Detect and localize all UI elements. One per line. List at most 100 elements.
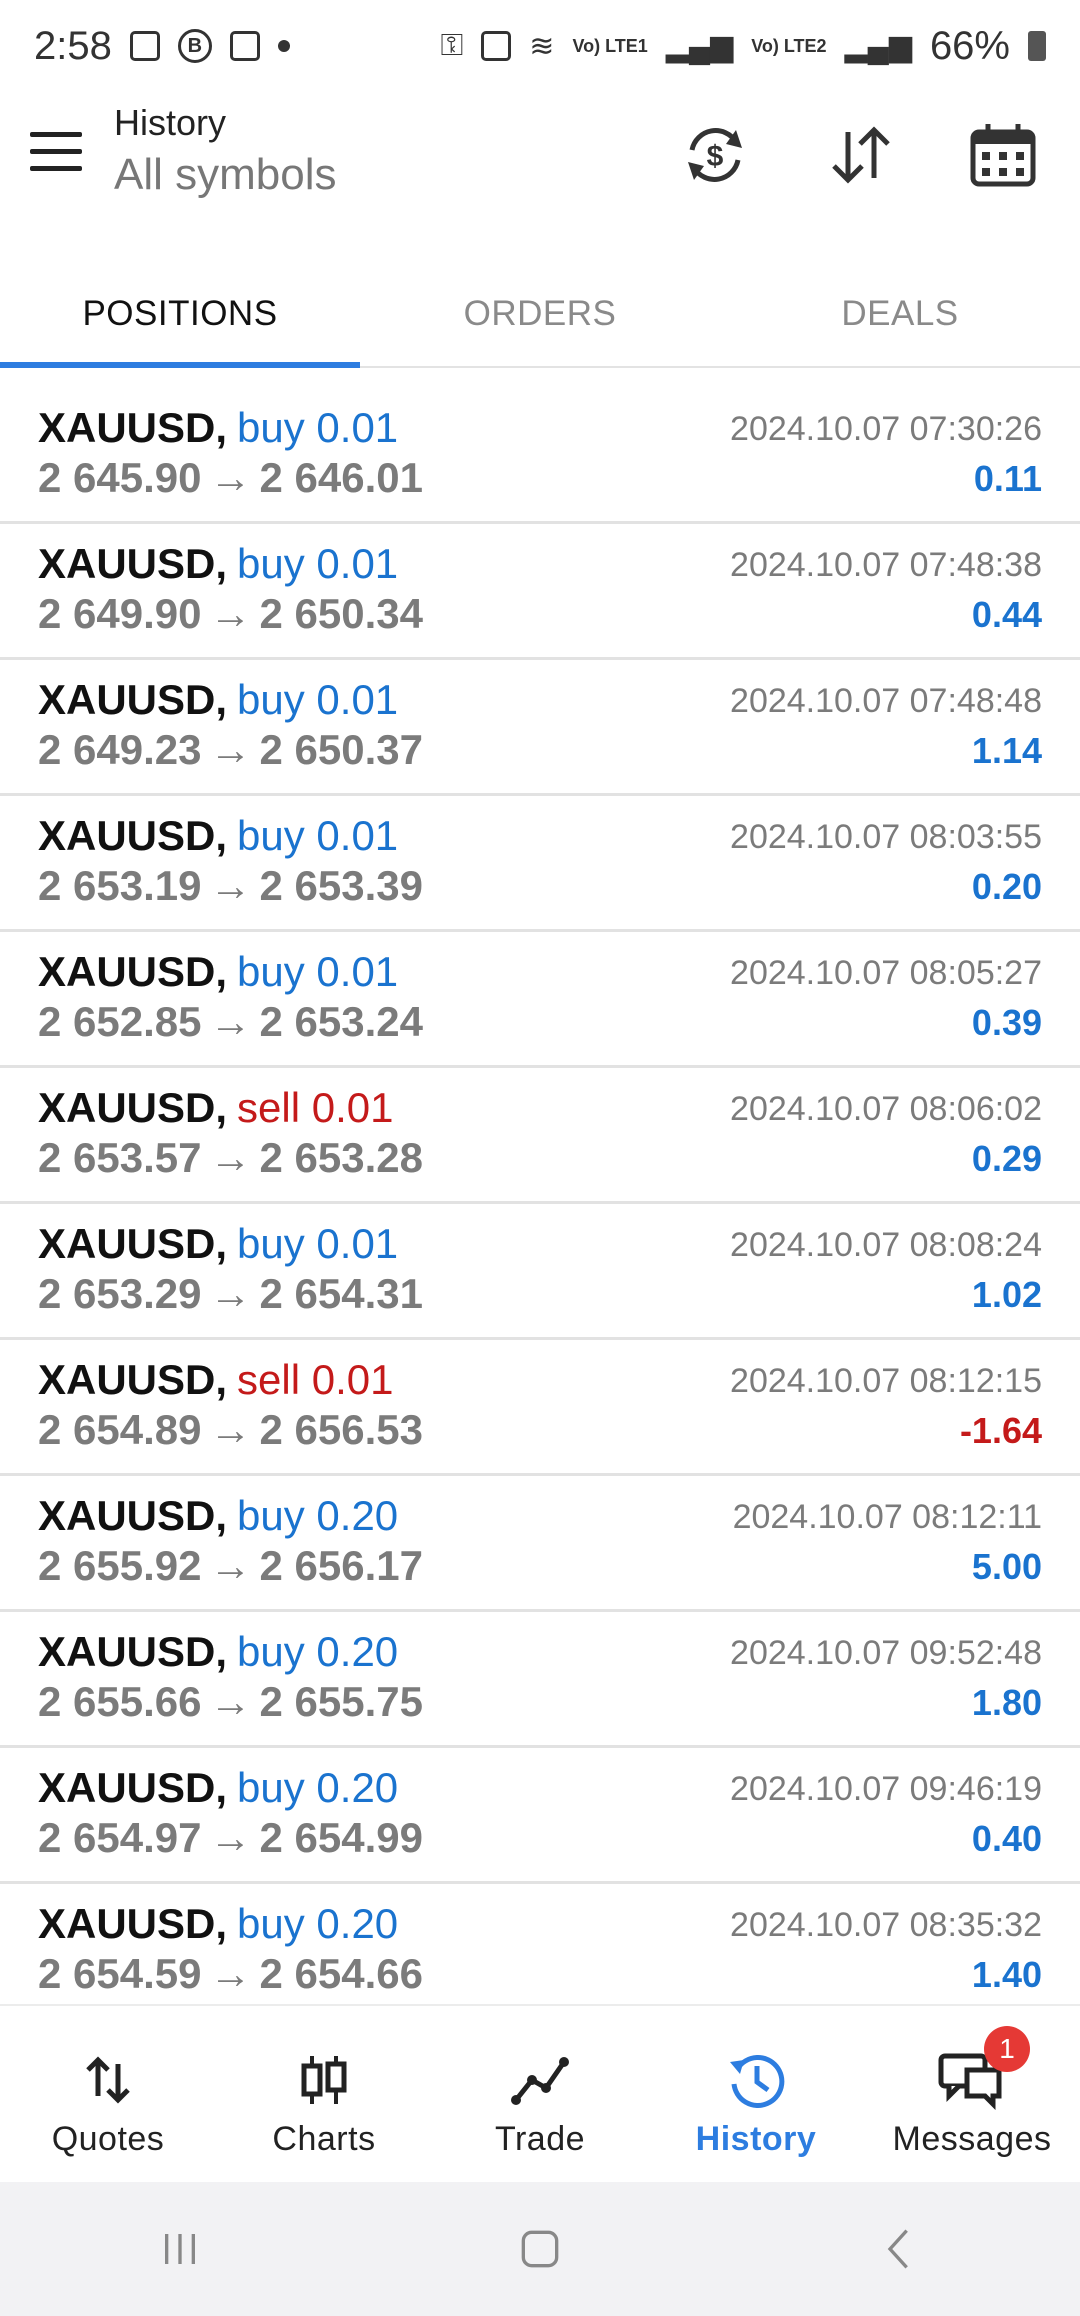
position-title: XAUUSD, buy 0.20 bbox=[38, 1900, 398, 1948]
nav-messages[interactable]: Messages 1 bbox=[864, 2006, 1080, 2182]
position-row[interactable]: XAUUSD, sell 0.01 2 654.89 → 2 656.53 2024.10… bbox=[0, 1340, 1080, 1476]
position-row[interactable]: XAUUSD, buy 0.01 2 652.85 → 2 653.24 2024.10.… bbox=[0, 932, 1080, 1068]
close-price: 2 654.31 bbox=[259, 1270, 424, 1317]
position-profit: 1.02 bbox=[971, 1274, 1042, 1315]
position-time: 2024.10.07 08:08:24 bbox=[730, 1226, 1042, 1264]
position-row[interactable]: XAUUSD, buy 0.01 2 653.19 → 2 653.39 2024.10.… bbox=[0, 796, 1080, 932]
position-time: 2024.10.07 09:46:19 bbox=[730, 1770, 1042, 1808]
tab-deals[interactable]: DEALS bbox=[720, 262, 1080, 366]
position-row[interactable]: XAUUSD, sell 0.01 2 653.57 → 2 653.28 2024.10… bbox=[0, 1068, 1080, 1204]
position-profit: 0.40 bbox=[971, 1818, 1042, 1859]
open-price: 2 653.57 bbox=[38, 1134, 202, 1181]
tab-orders[interactable]: ORDERS bbox=[360, 262, 720, 366]
app-notification-icon bbox=[229, 31, 260, 61]
close-price: 2 653.24 bbox=[259, 998, 424, 1045]
position-row[interactable]: XAUUSD, buy 0.20 2 655.92 → 2 656.17 2024.10.… bbox=[0, 1476, 1080, 1612]
position-title: XAUUSD, buy 0.20 bbox=[38, 1628, 398, 1676]
open-price: 2 654.97 bbox=[38, 1814, 202, 1861]
position-row[interactable]: XAUUSD, buy 0.01 2 649.23 → 2 650.37 2024.10.… bbox=[0, 660, 1080, 796]
position-row[interactable]: XAUUSD, buy 0.01 2 649.90 → 2 650.34 2024.10.… bbox=[0, 524, 1080, 660]
open-price: 2 654.59 bbox=[38, 1950, 202, 1997]
arrow-right-icon: → bbox=[209, 862, 252, 909]
position-row[interactable]: XAUUSD, buy 0.20 2 655.66 → 2 655.75 2024.10.… bbox=[0, 1612, 1080, 1748]
sim-icon bbox=[481, 31, 512, 61]
position-symbol: XAUUSD, bbox=[38, 1628, 228, 1675]
sort-icon[interactable] bbox=[826, 120, 896, 190]
position-prices: 2 654.59 → 2 654.66 bbox=[38, 1950, 423, 1998]
position-time: 2024.10.07 07:48:38 bbox=[730, 546, 1042, 584]
position-prices: 2 654.97 → 2 654.99 bbox=[38, 1814, 423, 1862]
position-side-volume: buy 0.01 bbox=[237, 540, 399, 587]
position-time: 2024.10.07 08:06:02 bbox=[730, 1090, 1042, 1128]
position-title: XAUUSD, buy 0.01 bbox=[38, 812, 398, 860]
position-profit: 0.11 bbox=[973, 458, 1042, 499]
position-time: 2024.10.07 07:30:26 bbox=[730, 410, 1042, 448]
close-price: 2 654.66 bbox=[259, 1950, 424, 1997]
position-row[interactable]: XAUUSD, buy 0.20 2 654.59 → 2 654.66 2024.10.… bbox=[0, 1884, 1080, 2020]
arrow-right-icon: → bbox=[209, 590, 252, 637]
home-icon[interactable] bbox=[500, 2209, 580, 2289]
signal1-icon: ▂▄▆ bbox=[665, 29, 734, 63]
positions-list: XAUUSD, buy 0.01 2 645.90 → 2 646.01 2024.10.… bbox=[0, 388, 1080, 2020]
tab-positions[interactable]: POSITIONS bbox=[0, 262, 360, 368]
arrow-right-icon: → bbox=[209, 1134, 252, 1181]
position-profit: 0.20 bbox=[971, 866, 1042, 907]
calendar-icon[interactable] bbox=[968, 120, 1038, 190]
position-row[interactable]: XAUUSD, buy 0.01 2 653.29 → 2 654.31 2024.10.… bbox=[0, 1204, 1080, 1340]
position-symbol: XAUUSD, bbox=[38, 1764, 228, 1811]
nav-trade-label: Trade bbox=[494, 2120, 586, 2158]
back-icon[interactable] bbox=[860, 2209, 940, 2289]
arrow-right-icon: → bbox=[209, 998, 252, 1045]
symbol-filter[interactable]: All symbols bbox=[114, 150, 337, 200]
arrow-right-icon: → bbox=[209, 1950, 252, 1997]
arrow-right-icon: → bbox=[209, 454, 252, 501]
position-profit: 1.40 bbox=[971, 1954, 1042, 1995]
battery-percent: 66% bbox=[929, 23, 1010, 68]
recent-apps-icon[interactable] bbox=[140, 2209, 220, 2289]
position-symbol: XAUUSD, bbox=[38, 948, 228, 995]
nav-charts[interactable]: Charts bbox=[216, 2006, 432, 2182]
position-title: XAUUSD, buy 0.01 bbox=[38, 404, 398, 452]
hamburger-menu-icon[interactable] bbox=[30, 132, 82, 172]
position-title: XAUUSD, buy 0.01 bbox=[38, 948, 398, 996]
b-notification-icon: B bbox=[177, 29, 212, 63]
position-prices: 2 652.85 → 2 653.24 bbox=[38, 998, 423, 1046]
nav-quotes-label: Quotes bbox=[51, 2120, 165, 2158]
nav-quotes[interactable]: Quotes bbox=[0, 2006, 216, 2182]
image-notification-icon bbox=[129, 31, 160, 61]
position-prices: 2 655.92 → 2 656.17 bbox=[38, 1542, 423, 1590]
nav-trade[interactable]: Trade bbox=[432, 2006, 648, 2182]
close-price: 2 653.28 bbox=[259, 1134, 424, 1181]
lte2-label: Vo) LTE2 bbox=[751, 36, 827, 56]
close-price: 2 650.37 bbox=[259, 726, 424, 773]
status-time: 2:58 bbox=[34, 23, 112, 68]
position-time: 2024.10.07 09:52:48 bbox=[730, 1634, 1042, 1672]
position-profit: 1.14 bbox=[971, 730, 1042, 771]
position-prices: 2 653.57 → 2 653.28 bbox=[38, 1134, 423, 1182]
position-row[interactable]: XAUUSD, buy 0.01 2 645.90 → 2 646.01 2024.10.… bbox=[0, 388, 1080, 524]
key-icon: ⚿ bbox=[440, 29, 464, 62]
position-profit: 1.80 bbox=[971, 1682, 1042, 1723]
currency-exchange-icon[interactable]: $ bbox=[680, 120, 750, 190]
arrow-right-icon: → bbox=[209, 1270, 252, 1317]
position-row[interactable]: XAUUSD, buy 0.20 2 654.97 → 2 654.99 2024.10.… bbox=[0, 1748, 1080, 1884]
position-time: 2024.10.07 07:48:48 bbox=[730, 682, 1042, 720]
nav-history-label: History bbox=[695, 2120, 817, 2158]
battery-icon bbox=[1028, 31, 1046, 61]
position-side-volume: buy 0.01 bbox=[237, 1220, 399, 1267]
position-symbol: XAUUSD, bbox=[38, 676, 228, 723]
candlestick-icon bbox=[301, 2056, 347, 2104]
bottom-navigation: Quotes Charts Trade History Messages 1 bbox=[0, 2004, 1080, 2182]
nav-history[interactable]: History bbox=[648, 2006, 864, 2182]
nav-messages-label: Messages bbox=[892, 2120, 1052, 2158]
position-prices: 2 645.90 → 2 646.01 bbox=[38, 454, 423, 502]
svg-text:$: $ bbox=[707, 140, 724, 173]
wifi-icon: ≋ bbox=[529, 29, 555, 63]
position-symbol: XAUUSD, bbox=[38, 1084, 228, 1131]
position-profit: 5.00 bbox=[971, 1546, 1042, 1587]
status-left: 2:58 B bbox=[34, 24, 290, 69]
open-price: 2 654.89 bbox=[38, 1406, 202, 1453]
status-right: ⚿ ≋ Vo) LTE1 ▂▄▆ Vo) LTE2 ▂▄▆ 66% bbox=[440, 24, 1046, 69]
close-price: 2 655.75 bbox=[259, 1678, 424, 1725]
position-time: 2024.10.07 08:12:11 bbox=[732, 1498, 1042, 1536]
